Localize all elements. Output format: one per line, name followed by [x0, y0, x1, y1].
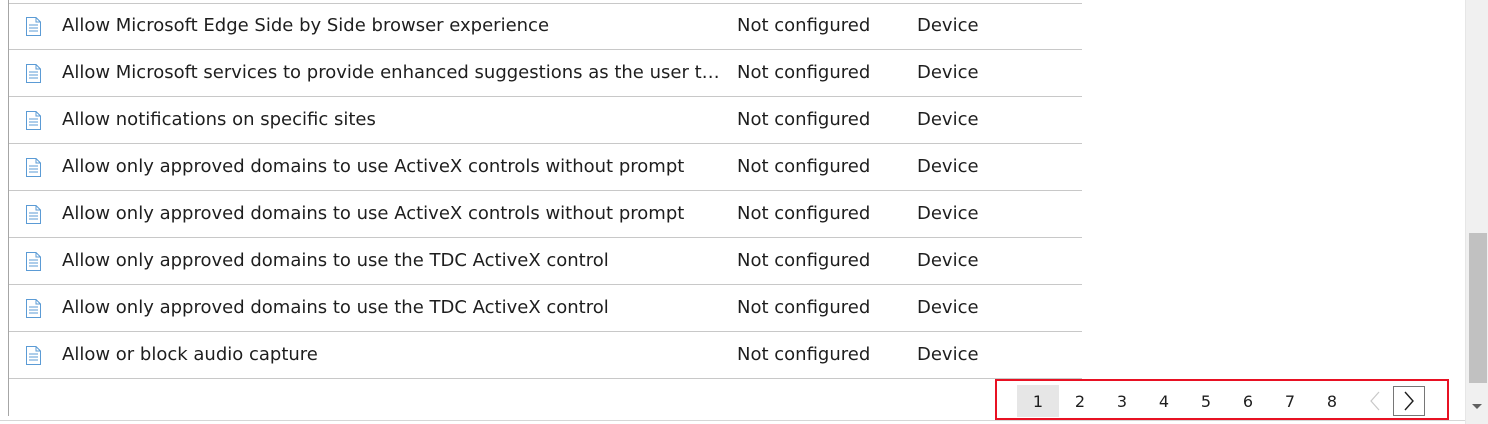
document-icon	[25, 17, 42, 36]
next-page-button[interactable]	[1393, 386, 1425, 416]
previous-page-button[interactable]	[1359, 386, 1391, 416]
page-button-6[interactable]: 6	[1227, 385, 1269, 417]
table-row[interactable]: Allow only approved domains to use Activ…	[9, 191, 1082, 238]
setting-name: Allow only approved domains to use Activ…	[62, 156, 685, 177]
table-row[interactable]: Allow only approved domains to use the T…	[9, 285, 1082, 332]
page-button-1[interactable]: 1	[1017, 385, 1059, 417]
setting-scope: Device	[917, 15, 979, 36]
setting-scope: Device	[917, 109, 979, 130]
document-icon	[25, 346, 42, 365]
policy-settings-page: Allow Microsoft Edge Side by Side browse…	[0, 0, 1488, 424]
setting-name: Allow Microsoft services to provide enha…	[62, 62, 722, 83]
page-button-2[interactable]: 2	[1059, 385, 1101, 417]
document-icon	[25, 111, 42, 130]
page-button-4[interactable]: 4	[1143, 385, 1185, 417]
setting-scope: Device	[917, 344, 979, 365]
chevron-left-icon	[1370, 391, 1380, 411]
document-icon	[25, 252, 42, 271]
setting-state: Not configured	[737, 297, 871, 318]
document-icon	[25, 158, 42, 177]
page-button-5[interactable]: 5	[1185, 385, 1227, 417]
pagination: 1 2 3 4 5 6 7 8	[1017, 385, 1425, 417]
document-icon	[25, 64, 42, 83]
setting-name: Allow or block audio capture	[62, 344, 318, 365]
setting-name: Allow notifications on specific sites	[62, 109, 376, 130]
setting-state: Not configured	[737, 62, 871, 83]
chevron-right-icon	[1404, 391, 1414, 411]
table-row[interactable]: Allow notifications on specific sites No…	[9, 97, 1082, 144]
page-button-7[interactable]: 7	[1269, 385, 1311, 417]
setting-scope: Device	[917, 250, 979, 271]
setting-scope: Device	[917, 203, 979, 224]
setting-scope: Device	[917, 156, 979, 177]
setting-name: Allow only approved domains to use the T…	[62, 297, 609, 318]
setting-name: Allow Microsoft Edge Side by Side browse…	[62, 15, 550, 36]
setting-scope: Device	[917, 62, 979, 83]
setting-state: Not configured	[737, 344, 871, 365]
setting-state: Not configured	[737, 250, 871, 271]
setting-state: Not configured	[737, 156, 871, 177]
document-icon	[25, 205, 42, 224]
table-row[interactable]: Allow only approved domains to use Activ…	[9, 144, 1082, 191]
table-row[interactable]: Allow or block audio capture Not configu…	[9, 332, 1082, 379]
table-row[interactable]: Allow only approved domains to use the T…	[9, 238, 1082, 285]
bottom-divider	[0, 420, 1465, 421]
document-icon	[25, 299, 42, 318]
page-button-8[interactable]: 8	[1311, 385, 1353, 417]
setting-state: Not configured	[737, 203, 871, 224]
scroll-down-arrow-icon[interactable]	[1472, 404, 1482, 409]
setting-state: Not configured	[737, 15, 871, 36]
table-row[interactable]: Allow Microsoft Edge Side by Side browse…	[9, 3, 1082, 50]
page-button-3[interactable]: 3	[1101, 385, 1143, 417]
setting-name: Allow only approved domains to use Activ…	[62, 203, 685, 224]
vertical-scrollbar[interactable]	[1465, 0, 1488, 424]
table-row[interactable]: Allow Microsoft services to provide enha…	[9, 50, 1082, 97]
settings-table: Allow Microsoft Edge Side by Side browse…	[9, 3, 1082, 379]
setting-scope: Device	[917, 297, 979, 318]
setting-state: Not configured	[737, 109, 871, 130]
setting-name: Allow only approved domains to use the T…	[62, 250, 609, 271]
scrollbar-thumb[interactable]	[1469, 233, 1487, 383]
